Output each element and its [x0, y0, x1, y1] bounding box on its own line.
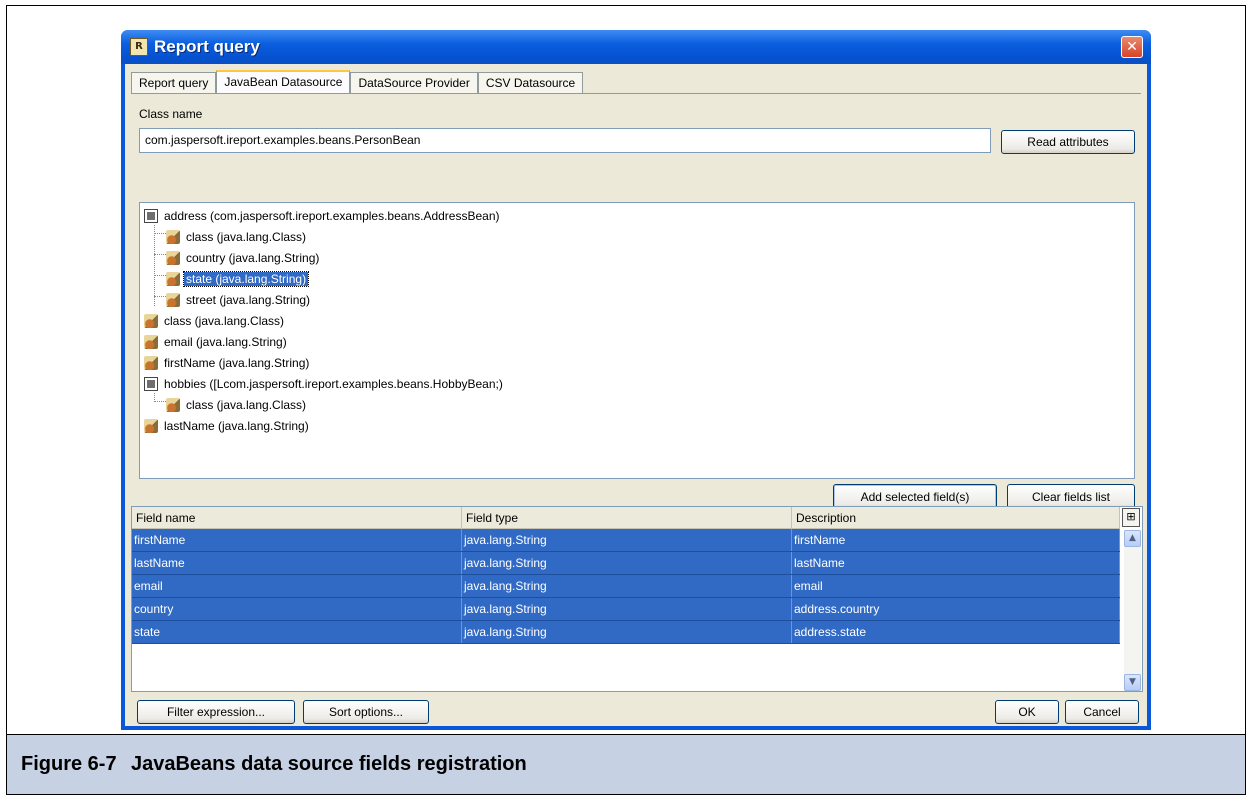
table-header: Field name Field type Description: [132, 507, 1120, 529]
cell-field-type: java.lang.String: [462, 598, 792, 620]
read-attributes-button[interactable]: Read attributes: [1001, 130, 1135, 154]
node-icon: [144, 377, 158, 391]
dialog-client-area: Report query JavaBean Datasource DataSou…: [125, 64, 1147, 726]
cell-field-type: java.lang.String: [462, 529, 792, 551]
filter-expression-button[interactable]: Filter expression...: [137, 700, 295, 724]
cell-field-type: java.lang.String: [462, 575, 792, 597]
bean-icon: [166, 230, 180, 244]
column-chooser-icon[interactable]: ⊞: [1122, 508, 1140, 527]
fields-table[interactable]: Field name Field type Description ⊞ firs…: [131, 506, 1143, 692]
tree-guide-line: [154, 225, 155, 306]
figure-frame: R Report query ✕ Report query JavaBean D…: [6, 5, 1246, 795]
close-icon[interactable]: ✕: [1121, 36, 1143, 58]
bean-icon: [166, 398, 180, 412]
cell-description: address.state: [792, 621, 1120, 643]
scroll-up-icon[interactable]: ▲: [1124, 530, 1141, 547]
bean-icon: [144, 314, 158, 328]
table-row[interactable]: firstName java.lang.String firstName: [132, 529, 1120, 552]
scroll-down-icon[interactable]: ▼: [1124, 674, 1141, 691]
figure-number: Figure 6-7: [21, 753, 117, 775]
report-query-dialog: R Report query ✕ Report query JavaBean D…: [121, 30, 1151, 730]
figure-caption: Figure 6-7 JavaBeans data source fields r…: [21, 753, 527, 776]
tree-item-address[interactable]: address (com.jaspersoft.ireport.examples…: [144, 206, 502, 226]
bean-icon: [144, 335, 158, 349]
bean-icon: [166, 293, 180, 307]
tab-datasource-provider[interactable]: DataSource Provider: [350, 72, 478, 94]
tree-guide-line: [154, 275, 166, 276]
table-row[interactable]: lastName java.lang.String lastName: [132, 552, 1120, 575]
tree-item-class[interactable]: class (java.lang.Class): [144, 311, 286, 331]
tree-item-address-street[interactable]: street (java.lang.String): [166, 290, 312, 310]
cell-description: firstName: [792, 529, 1120, 551]
table-row[interactable]: state java.lang.String address.state: [132, 621, 1120, 644]
column-header-description[interactable]: Description: [792, 507, 1120, 529]
tree-guide-line: [154, 401, 166, 402]
bean-icon: [166, 272, 180, 286]
cell-field-name: email: [132, 575, 462, 597]
title-bar[interactable]: R Report query ✕: [121, 30, 1151, 64]
table-body: firstName java.lang.String firstName las…: [132, 529, 1120, 644]
tab-javabean-datasource[interactable]: JavaBean Datasource: [216, 70, 351, 94]
cell-description: email: [792, 575, 1120, 597]
cell-field-type: java.lang.String: [462, 552, 792, 574]
bean-attributes-tree[interactable]: address (com.jaspersoft.ireport.examples…: [139, 202, 1135, 479]
ok-button[interactable]: OK: [995, 700, 1059, 724]
cell-field-name: state: [132, 621, 462, 643]
tree-item-address-class[interactable]: class (java.lang.Class): [166, 227, 308, 247]
column-header-field-name[interactable]: Field name: [132, 507, 462, 529]
report-icon: R: [130, 38, 148, 56]
cell-field-type: java.lang.String: [462, 621, 792, 643]
cell-field-name: country: [132, 598, 462, 620]
table-row[interactable]: email java.lang.String email: [132, 575, 1120, 598]
figure-caption-bar: Figure 6-7 JavaBeans data source fields r…: [7, 734, 1245, 794]
cell-field-name: lastName: [132, 552, 462, 574]
cell-field-name: firstName: [132, 529, 462, 551]
window-title: Report query: [154, 37, 260, 56]
cancel-button[interactable]: Cancel: [1065, 700, 1139, 724]
tree-item-hobbies-class[interactable]: class (java.lang.Class): [166, 395, 308, 415]
tree-guide-line: [154, 296, 166, 297]
class-name-label: Class name: [139, 107, 203, 121]
tree-guide-line: [154, 233, 166, 234]
tab-panel-border: [131, 93, 1141, 94]
tree-item-address-country[interactable]: country (java.lang.String): [166, 248, 321, 268]
tab-report-query[interactable]: Report query: [131, 72, 217, 94]
node-icon: [144, 209, 158, 223]
tree-item-address-state[interactable]: state (java.lang.String): [166, 269, 310, 289]
bean-icon: [144, 419, 158, 433]
cell-description: lastName: [792, 552, 1120, 574]
cell-description: address.country: [792, 598, 1120, 620]
tree-item-firstname[interactable]: firstName (java.lang.String): [144, 353, 311, 373]
tree-item-lastname[interactable]: lastName (java.lang.String): [144, 416, 311, 436]
table-row[interactable]: country java.lang.String address.country: [132, 598, 1120, 621]
sort-options-button[interactable]: Sort options...: [303, 700, 429, 724]
tab-bar: Report query JavaBean Datasource DataSou…: [131, 70, 584, 94]
tree-item-email[interactable]: email (java.lang.String): [144, 332, 289, 352]
bean-icon: [166, 251, 180, 265]
class-name-field[interactable]: com.jaspersoft.ireport.examples.beans.Pe…: [139, 128, 991, 153]
column-header-field-type[interactable]: Field type: [462, 507, 792, 529]
tab-csv-datasource[interactable]: CSV Datasource: [477, 72, 584, 94]
tree-guide-line: [154, 254, 166, 255]
tree-item-hobbies[interactable]: hobbies ([Lcom.jaspersoft.ireport.exampl…: [144, 374, 505, 394]
vertical-scrollbar[interactable]: ▲ ▼: [1124, 530, 1141, 691]
bean-icon: [144, 356, 158, 370]
figure-title: JavaBeans data source fields registratio…: [131, 753, 527, 775]
